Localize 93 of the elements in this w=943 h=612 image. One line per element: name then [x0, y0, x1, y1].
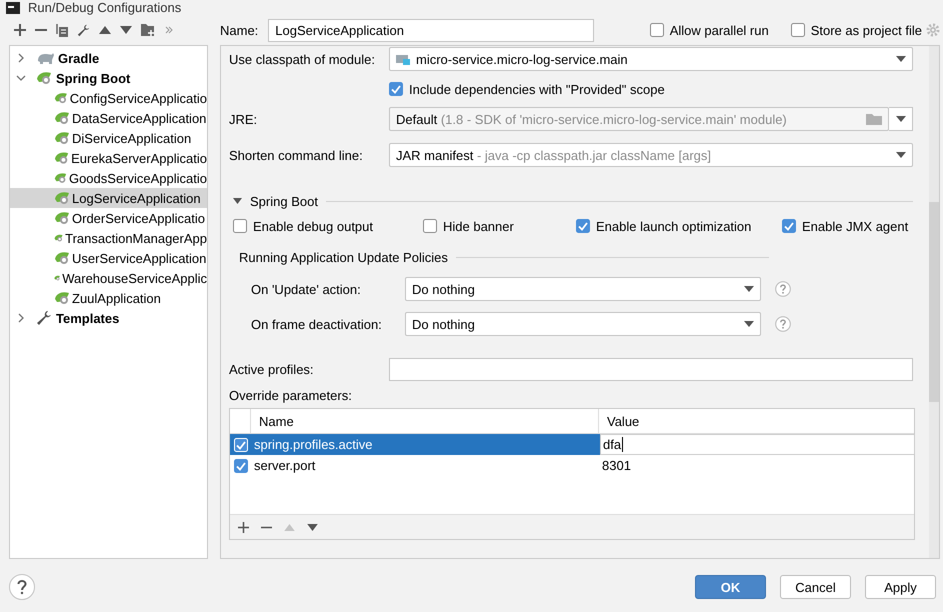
- tree-item[interactable]: ConfigServiceApplicatio: [10, 88, 207, 108]
- help-icon: [16, 579, 28, 595]
- window-icon: [6, 2, 20, 14]
- field-label: JRE:: [229, 112, 258, 126]
- checkbox-label: Hide banner: [443, 218, 514, 234]
- checkbox-label: Store as project file: [810, 22, 922, 38]
- tree-item[interactable]: LogServiceApplication: [10, 188, 207, 208]
- checkbox[interactable]: [782, 219, 796, 233]
- field-label: On frame deactivation:: [251, 316, 383, 332]
- tree-item[interactable]: UserServiceApplication: [10, 248, 207, 268]
- help-icon[interactable]: [775, 316, 791, 332]
- dropdown-caret-icon: [744, 286, 754, 292]
- copy-icon[interactable]: [56, 24, 68, 36]
- dropdown-caret-icon: [896, 56, 906, 62]
- spring-boot-icon: [54, 131, 70, 145]
- column-header: Value: [607, 414, 640, 428]
- dialog-button[interactable]: Apply: [865, 575, 936, 599]
- checkbox-label: Enable JMX agent: [802, 218, 908, 234]
- scrollbar-thumb[interactable]: [929, 202, 939, 402]
- table-cell[interactable]: 8301: [600, 455, 914, 476]
- add-icon[interactable]: [238, 522, 249, 532]
- field-label: Active profiles:: [229, 362, 315, 376]
- move-up-icon[interactable]: [99, 26, 111, 34]
- new-folder-icon[interactable]: [141, 24, 156, 36]
- checkbox[interactable]: [423, 219, 437, 233]
- tree-item[interactable]: DiServiceApplication: [10, 128, 207, 148]
- checkbox[interactable]: [389, 82, 403, 96]
- tree-item[interactable]: Spring Boot: [10, 68, 207, 88]
- active-profiles-field[interactable]: [389, 358, 913, 380]
- add-icon[interactable]: [14, 24, 26, 36]
- jre-dropdown[interactable]: Default (1.8 - SDK of 'micro-service.micro-log-service.main' module): [389, 107, 889, 131]
- collapse-chevron-icon[interactable]: [16, 73, 26, 83]
- tree-item[interactable]: GoodsServiceApplicatio: [10, 168, 207, 188]
- checkbox[interactable]: [576, 219, 590, 233]
- checkbox-label: Enable debug output: [253, 218, 373, 234]
- checkbox-label: Include dependencies with "Provided" scope: [409, 82, 665, 96]
- dropdown-caret-icon: [896, 152, 906, 158]
- checkbox-label: Enable launch optimization: [596, 218, 752, 234]
- tree-item[interactable]: OrderServiceApplicatio: [10, 208, 207, 228]
- spring-boot-icon: [54, 211, 70, 225]
- help-icon[interactable]: [775, 281, 791, 297]
- name-label: Name:: [220, 22, 258, 38]
- tree-item[interactable]: Gradle: [10, 48, 207, 68]
- spring-boot-icon: [54, 291, 70, 305]
- table-cell[interactable]: spring.profiles.active: [252, 434, 600, 455]
- checkbox[interactable]: [234, 458, 248, 472]
- dropdown-caret-icon[interactable]: [896, 116, 906, 122]
- checkbox[interactable]: [650, 23, 664, 37]
- field-label: On 'Update' action:: [251, 282, 362, 296]
- expand-chevron-icon[interactable]: [16, 313, 26, 323]
- wrench-icon[interactable]: [77, 24, 90, 36]
- spring-boot-icon: [54, 171, 67, 185]
- cell-editor-field[interactable]: dfa: [600, 434, 915, 455]
- table-cell[interactable]: server.port: [252, 455, 600, 476]
- collapse-triangle-icon[interactable]: [233, 198, 242, 204]
- module-dropdown[interactable]: micro-service.micro-log-service.main: [389, 47, 913, 71]
- field-label: Shorten command line:: [229, 148, 364, 162]
- checkbox[interactable]: [790, 23, 805, 37]
- field-label: Override parameters:: [229, 388, 352, 402]
- spring-boot-icon: [54, 91, 68, 105]
- help-button[interactable]: [9, 574, 35, 600]
- checkbox-label: Allow parallel run: [670, 22, 769, 38]
- tree-item[interactable]: DataServiceApplication: [10, 108, 207, 128]
- checkbox[interactable]: [233, 219, 247, 233]
- tree-item[interactable]: EurekaServerApplicatio: [10, 148, 207, 168]
- column-header: Name: [259, 414, 294, 428]
- dropdown-caret-icon: [744, 321, 754, 327]
- section-title: Spring Boot: [250, 194, 318, 208]
- policy-dropdown[interactable]: Do nothing: [405, 312, 761, 336]
- wrench-icon: [36, 310, 52, 326]
- window-title: Run/Debug Configurations: [28, 0, 182, 15]
- tree-item[interactable]: ZuulApplication: [10, 288, 207, 308]
- dialog-button[interactable]: Cancel: [780, 575, 851, 599]
- spring-boot-icon: [36, 71, 52, 85]
- spring-boot-icon: [54, 151, 70, 165]
- module-icon: [396, 53, 410, 65]
- spring-boot-icon: [54, 111, 70, 125]
- field-label: Use classpath of module:: [229, 52, 376, 66]
- elephant-icon: [36, 51, 54, 65]
- tree-item[interactable]: Templates: [10, 308, 207, 328]
- spring-boot-icon: [54, 191, 70, 205]
- dialog-button[interactable]: OK: [695, 575, 766, 599]
- expand-chevron-icon[interactable]: [16, 53, 26, 63]
- name-field[interactable]: LogServiceApplication: [268, 18, 594, 42]
- more-chevron-icon[interactable]: [165, 26, 173, 34]
- tree-item[interactable]: TransactionManagerApp: [10, 228, 207, 248]
- spring-boot-icon: [54, 251, 70, 265]
- move-down-icon[interactable]: [120, 26, 132, 34]
- policy-dropdown[interactable]: Do nothing: [405, 277, 761, 301]
- section-title: Running Application Update Policies: [239, 250, 448, 264]
- move-down-icon[interactable]: [307, 524, 318, 530]
- shorten-command-line-dropdown[interactable]: JAR manifest - java -cp classpath.jar className [args]: [389, 143, 913, 167]
- tree-item[interactable]: WarehouseServiceApplic: [10, 268, 207, 288]
